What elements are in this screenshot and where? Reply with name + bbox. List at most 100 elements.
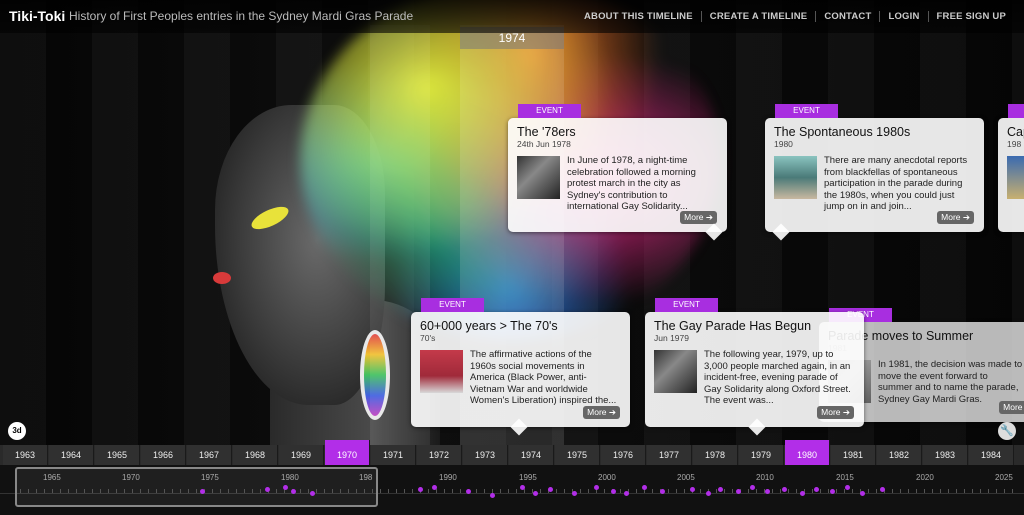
event-card[interactable]: EVENT The '78ers 24th Jun 1978 In June o… <box>508 104 727 241</box>
overview-event-dot[interactable] <box>418 487 423 492</box>
overview-event-dot[interactable] <box>880 487 885 492</box>
year-cell-1969[interactable]: 1969 <box>279 445 324 465</box>
year-cell-1971[interactable]: 1971 <box>371 445 416 465</box>
year-cell-1964[interactable]: 1964 <box>49 445 94 465</box>
overview-event-dot[interactable] <box>750 485 755 490</box>
overview-event-dot[interactable] <box>830 489 835 494</box>
overview-event-dot[interactable] <box>291 489 296 494</box>
year-cell-1963[interactable]: 1963 <box>3 445 48 465</box>
overview-event-dot[interactable] <box>310 491 315 496</box>
year-cell-1979[interactable]: 1979 <box>739 445 784 465</box>
overview-event-dot[interactable] <box>432 485 437 490</box>
overview-event-dot[interactable] <box>660 489 665 494</box>
overview-event-dot[interactable] <box>765 489 770 494</box>
year-cell-1966[interactable]: 1966 <box>141 445 186 465</box>
year-cell-1984[interactable]: 1984 <box>969 445 1014 465</box>
more-button[interactable]: More ➔ <box>817 406 854 419</box>
nav-signup[interactable]: FREE SIGN UP <box>927 11 1014 22</box>
event-card[interactable]: EVENT The Gay Parade Has Begun Jun 1979 … <box>645 298 864 436</box>
year-cell-1976[interactable]: 1976 <box>601 445 646 465</box>
event-card[interactable]: EVENT 60+000 years > The 70's 70's The a… <box>411 298 630 436</box>
year-cell-1980[interactable]: 1980 <box>785 440 830 465</box>
year-bar[interactable]: 1963 1964 1965 1966 1967 1968 1969 1970 1971 1972… <box>0 440 1024 465</box>
event-card[interactable]: EVENT The Spontaneous 1980s 1980 There a… <box>765 104 984 241</box>
nav-about[interactable]: ABOUT THIS TIMELINE <box>576 11 701 22</box>
more-button[interactable]: More ➔ <box>937 211 974 224</box>
year-cell-1967[interactable]: 1967 <box>187 445 232 465</box>
overview-year-label: 1995 <box>519 473 537 482</box>
year-cell-1968[interactable]: 1968 <box>233 445 278 465</box>
overview-event-dot[interactable] <box>642 485 647 490</box>
overview-event-dot[interactable] <box>782 487 787 492</box>
overview-event-dot[interactable] <box>860 491 865 496</box>
event-title[interactable]: Cap <box>1007 125 1024 139</box>
overview-tick <box>380 489 381 493</box>
overview-event-dot[interactable] <box>594 485 599 490</box>
overview-event-dot[interactable] <box>690 487 695 492</box>
overview-event-dot[interactable] <box>533 491 538 496</box>
year-cell-1974[interactable]: 1974 <box>509 445 554 465</box>
year-cell-1970[interactable]: 1970 <box>325 440 370 465</box>
overview-event-dot[interactable] <box>800 491 805 496</box>
year-cell-1977[interactable]: 1977 <box>647 445 692 465</box>
event-thumbnail[interactable] <box>774 156 817 199</box>
year-cell-1972[interactable]: 1972 <box>417 445 462 465</box>
event-title[interactable]: The Gay Parade Has Begun <box>654 319 811 333</box>
nav-create[interactable]: CREATE A TIMELINE <box>700 11 816 22</box>
overview-tick <box>76 489 77 493</box>
overview-tick <box>788 489 789 493</box>
event-title[interactable]: The '78ers <box>517 125 576 139</box>
overview-event-dot[interactable] <box>706 491 711 496</box>
year-cell-1965[interactable]: 1965 <box>95 445 140 465</box>
overview-year-label: 2025 <box>995 473 1013 482</box>
overview-tick <box>580 489 581 493</box>
event-thumbnail[interactable] <box>517 156 560 199</box>
overview-event-dot[interactable] <box>548 487 553 492</box>
overview-tick <box>396 489 397 493</box>
overview-event-dot[interactable] <box>283 485 288 490</box>
overview-event-dot[interactable] <box>265 487 270 492</box>
overview-tick <box>652 489 653 493</box>
wrench-icon[interactable]: 🔧 <box>998 422 1016 440</box>
year-cell-1983[interactable]: 1983 <box>923 445 968 465</box>
overview-tick <box>68 489 69 493</box>
nav-contact[interactable]: CONTACT <box>815 11 879 22</box>
event-title[interactable]: 60+000 years > The 70's <box>420 319 558 333</box>
more-button[interactable]: More ➔ <box>583 406 620 419</box>
more-button[interactable]: More ➔ <box>680 211 717 224</box>
logo[interactable]: Tiki-Toki <box>9 8 65 24</box>
overview-tick <box>412 489 413 493</box>
more-button[interactable]: More ➔ <box>999 401 1024 414</box>
overview-event-dot[interactable] <box>736 489 741 494</box>
year-cell-1973[interactable]: 1973 <box>463 445 508 465</box>
overview-event-dot[interactable] <box>718 487 723 492</box>
overview-tick <box>604 489 605 493</box>
overview-tick <box>180 489 181 493</box>
overview-event-dot[interactable] <box>624 491 629 496</box>
overview-timeline[interactable]: 1965 1970 1975 1980 198 1990 1995 2000 2005 2010 2… <box>0 465 1024 515</box>
overview-event-dot[interactable] <box>572 491 577 496</box>
year-cell-1981[interactable]: 1981 <box>831 445 876 465</box>
overview-tick <box>820 489 821 493</box>
event-thumbnail[interactable] <box>1007 156 1024 199</box>
overview-event-dot[interactable] <box>200 489 205 494</box>
event-title[interactable]: The Spontaneous 1980s <box>774 125 910 139</box>
year-cell-1978[interactable]: 1978 <box>693 445 738 465</box>
event-card[interactable]: Cap 198 <box>998 118 1024 232</box>
overview-event-dot[interactable] <box>845 485 850 490</box>
overview-tick <box>20 489 21 493</box>
3d-toggle-button[interactable]: 3d <box>8 422 26 440</box>
event-thumbnail[interactable] <box>420 350 463 393</box>
overview-event-dot[interactable] <box>466 489 471 494</box>
nav-login[interactable]: LOGIN <box>879 11 927 22</box>
event-thumbnail[interactable] <box>654 350 697 393</box>
overview-event-dot[interactable] <box>490 493 495 498</box>
overview-event-dot[interactable] <box>520 485 525 490</box>
overview-event-dot[interactable] <box>814 487 819 492</box>
year-cell-1975[interactable]: 1975 <box>555 445 600 465</box>
overview-selection-window[interactable] <box>15 467 378 507</box>
overview-event-dot[interactable] <box>611 489 616 494</box>
year-cell-1982[interactable]: 1982 <box>877 445 922 465</box>
overview-tick <box>300 489 301 493</box>
overview-tick <box>244 489 245 493</box>
